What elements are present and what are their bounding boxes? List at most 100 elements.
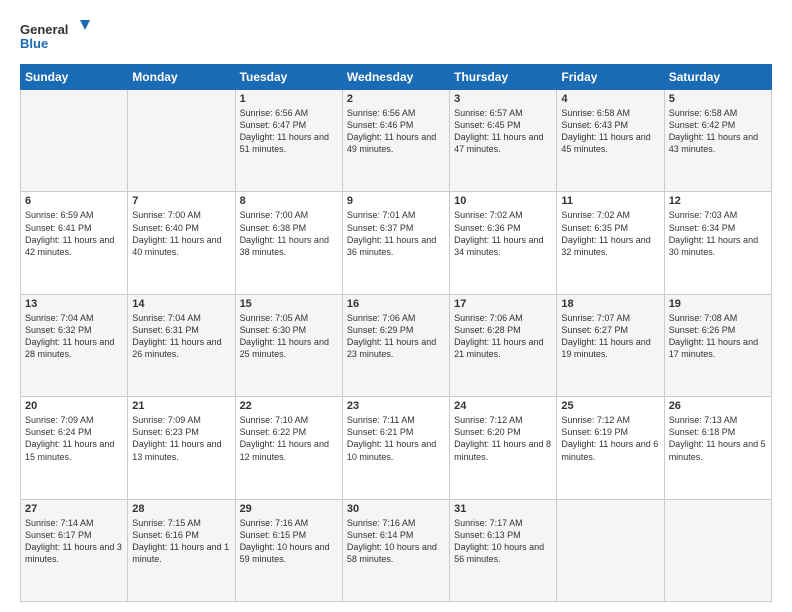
day-info: Sunrise: 7:04 AMSunset: 6:31 PMDaylight:… <box>132 312 230 361</box>
day-info: Sunrise: 7:12 AMSunset: 6:20 PMDaylight:… <box>454 414 552 463</box>
calendar-cell <box>557 499 664 601</box>
calendar-cell: 4 Sunrise: 6:58 AMSunset: 6:43 PMDaylight… <box>557 90 664 192</box>
week-row-2: 6 Sunrise: 6:59 AMSunset: 6:41 PMDaylight… <box>21 192 772 294</box>
day-header-monday: Monday <box>128 65 235 90</box>
calendar-cell: 22 Sunrise: 7:10 AMSunset: 6:22 PMDayligh… <box>235 397 342 499</box>
day-number: 16 <box>347 298 445 310</box>
calendar-cell <box>21 90 128 192</box>
day-header-tuesday: Tuesday <box>235 65 342 90</box>
day-number: 29 <box>240 503 338 515</box>
day-number: 5 <box>669 93 767 105</box>
day-number: 3 <box>454 93 552 105</box>
calendar-cell: 30 Sunrise: 7:16 AMSunset: 6:14 PMDayligh… <box>342 499 449 601</box>
day-number: 18 <box>561 298 659 310</box>
calendar-header: SundayMondayTuesdayWednesdayThursdayFrid… <box>21 65 772 90</box>
week-row-1: 1 Sunrise: 6:56 AMSunset: 6:47 PMDaylight… <box>21 90 772 192</box>
week-row-3: 13Sunrise: 7:04 AMSunset: 6:32 PMDayligh… <box>21 294 772 396</box>
header: General Blue <box>20 18 772 56</box>
day-info: Sunrise: 7:17 AMSunset: 6:13 PMDaylight:… <box>454 517 552 566</box>
day-number: 21 <box>132 400 230 412</box>
calendar-cell: 1 Sunrise: 6:56 AMSunset: 6:47 PMDaylight… <box>235 90 342 192</box>
calendar-cell <box>664 499 771 601</box>
calendar-cell: 26 Sunrise: 7:13 AMSunset: 6:18 PMDayligh… <box>664 397 771 499</box>
day-info: Sunrise: 6:56 AMSunset: 6:47 PMDaylight:… <box>240 107 338 156</box>
calendar-cell: 9 Sunrise: 7:01 AMSunset: 6:37 PMDaylight… <box>342 192 449 294</box>
week-row-5: 27 Sunrise: 7:14 AMSunset: 6:17 PMDayligh… <box>21 499 772 601</box>
calendar-cell: 14 Sunrise: 7:04 AMSunset: 6:31 PMDayligh… <box>128 294 235 396</box>
calendar-cell: 21 Sunrise: 7:09 AMSunset: 6:23 PMDayligh… <box>128 397 235 499</box>
day-number: 17 <box>454 298 552 310</box>
day-info: Sunrise: 7:16 AMSunset: 6:15 PMDaylight:… <box>240 517 338 566</box>
day-number: 27 <box>25 503 123 515</box>
calendar-cell: 24 Sunrise: 7:12 AMSunset: 6:20 PMDayligh… <box>450 397 557 499</box>
day-info: Sunrise: 7:16 AMSunset: 6:14 PMDaylight:… <box>347 517 445 566</box>
day-info: Sunrise: 7:01 AMSunset: 6:37 PMDaylight:… <box>347 209 445 258</box>
day-number: 30 <box>347 503 445 515</box>
day-info: Sunrise: 7:10 AMSunset: 6:22 PMDaylight:… <box>240 414 338 463</box>
calendar-cell: 12 Sunrise: 7:03 AMSunset: 6:34 PMDayligh… <box>664 192 771 294</box>
calendar-cell: 27 Sunrise: 7:14 AMSunset: 6:17 PMDayligh… <box>21 499 128 601</box>
day-header-saturday: Saturday <box>664 65 771 90</box>
calendar-cell: 5 Sunrise: 6:58 AMSunset: 6:42 PMDaylight… <box>664 90 771 192</box>
day-info: Sunrise: 7:07 AMSunset: 6:27 PMDaylight:… <box>561 312 659 361</box>
calendar-cell: 25Sunrise: 7:12 AMSunset: 6:19 PMDayligh… <box>557 397 664 499</box>
calendar-cell: 6 Sunrise: 6:59 AMSunset: 6:41 PMDaylight… <box>21 192 128 294</box>
calendar-cell: 8Sunrise: 7:00 AMSunset: 6:38 PMDaylight… <box>235 192 342 294</box>
calendar-cell: 20 Sunrise: 7:09 AMSunset: 6:24 PMDayligh… <box>21 397 128 499</box>
calendar-cell: 10 Sunrise: 7:02 AMSunset: 6:36 PMDayligh… <box>450 192 557 294</box>
day-number: 25 <box>561 400 659 412</box>
day-number: 6 <box>25 195 123 207</box>
day-info: Sunrise: 7:02 AMSunset: 6:36 PMDaylight:… <box>454 209 552 258</box>
day-number: 11 <box>561 195 659 207</box>
day-info: Sunrise: 7:14 AMSunset: 6:17 PMDaylight:… <box>25 517 123 566</box>
day-info: Sunrise: 7:03 AMSunset: 6:34 PMDaylight:… <box>669 209 767 258</box>
logo: General Blue <box>20 18 90 56</box>
day-number: 9 <box>347 195 445 207</box>
calendar-cell: 31 Sunrise: 7:17 AMSunset: 6:13 PMDayligh… <box>450 499 557 601</box>
day-number: 22 <box>240 400 338 412</box>
calendar-body: 1 Sunrise: 6:56 AMSunset: 6:47 PMDaylight… <box>21 90 772 602</box>
day-number: 26 <box>669 400 767 412</box>
calendar-cell: 7 Sunrise: 7:00 AMSunset: 6:40 PMDaylight… <box>128 192 235 294</box>
day-info: Sunrise: 6:59 AMSunset: 6:41 PMDaylight:… <box>25 209 123 258</box>
day-number: 8 <box>240 195 338 207</box>
day-number: 31 <box>454 503 552 515</box>
day-info: Sunrise: 7:00 AMSunset: 6:40 PMDaylight:… <box>132 209 230 258</box>
day-number: 20 <box>25 400 123 412</box>
day-number: 1 <box>240 93 338 105</box>
day-info: Sunrise: 7:06 AMSunset: 6:28 PMDaylight:… <box>454 312 552 361</box>
day-number: 14 <box>132 298 230 310</box>
day-info: Sunrise: 6:58 AMSunset: 6:43 PMDaylight:… <box>561 107 659 156</box>
day-number: 24 <box>454 400 552 412</box>
calendar-cell: 13Sunrise: 7:04 AMSunset: 6:32 PMDayligh… <box>21 294 128 396</box>
calendar-cell: 18 Sunrise: 7:07 AMSunset: 6:27 PMDayligh… <box>557 294 664 396</box>
day-info: Sunrise: 7:09 AMSunset: 6:24 PMDaylight:… <box>25 414 123 463</box>
day-info: Sunrise: 7:09 AMSunset: 6:23 PMDaylight:… <box>132 414 230 463</box>
day-info: Sunrise: 7:05 AMSunset: 6:30 PMDaylight:… <box>240 312 338 361</box>
calendar-cell: 28 Sunrise: 7:15 AMSunset: 6:16 PMDayligh… <box>128 499 235 601</box>
day-number: 4 <box>561 93 659 105</box>
day-info: Sunrise: 6:56 AMSunset: 6:46 PMDaylight:… <box>347 107 445 156</box>
day-number: 2 <box>347 93 445 105</box>
calendar-cell <box>128 90 235 192</box>
day-info: Sunrise: 6:58 AMSunset: 6:42 PMDaylight:… <box>669 107 767 156</box>
generalblue-logo: General Blue <box>20 18 90 56</box>
day-number: 28 <box>132 503 230 515</box>
day-number: 15 <box>240 298 338 310</box>
page: General Blue SundayMondayTuesdayWednesda… <box>0 0 792 612</box>
calendar-cell: 23Sunrise: 7:11 AMSunset: 6:21 PMDayligh… <box>342 397 449 499</box>
calendar-cell: 3 Sunrise: 6:57 AMSunset: 6:45 PMDaylight… <box>450 90 557 192</box>
svg-text:Blue: Blue <box>20 36 48 51</box>
day-info: Sunrise: 7:15 AMSunset: 6:16 PMDaylight:… <box>132 517 230 566</box>
day-info: Sunrise: 7:13 AMSunset: 6:18 PMDaylight:… <box>669 414 767 463</box>
calendar-cell: 19Sunrise: 7:08 AMSunset: 6:26 PMDayligh… <box>664 294 771 396</box>
calendar-cell: 11 Sunrise: 7:02 AMSunset: 6:35 PMDayligh… <box>557 192 664 294</box>
week-row-4: 20 Sunrise: 7:09 AMSunset: 6:24 PMDayligh… <box>21 397 772 499</box>
day-number: 7 <box>132 195 230 207</box>
day-info: Sunrise: 7:02 AMSunset: 6:35 PMDaylight:… <box>561 209 659 258</box>
day-number: 10 <box>454 195 552 207</box>
day-info: Sunrise: 6:57 AMSunset: 6:45 PMDaylight:… <box>454 107 552 156</box>
day-number: 12 <box>669 195 767 207</box>
svg-text:General: General <box>20 22 68 37</box>
day-header-thursday: Thursday <box>450 65 557 90</box>
